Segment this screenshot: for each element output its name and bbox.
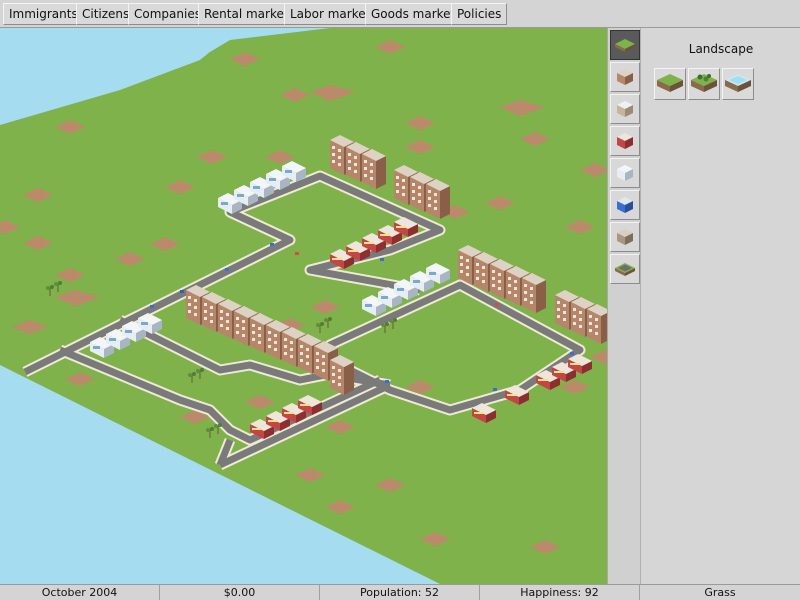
status-selected-tile: Grass: [704, 586, 736, 599]
status-bar: October 2004 $0.00 Population: 52 Happin…: [0, 584, 800, 600]
water-tile-button[interactable]: [722, 68, 754, 100]
warehouse-building-icon: [617, 229, 633, 245]
tool-column: [607, 28, 640, 584]
status-money: $0.00: [160, 585, 320, 600]
residential-tool-button[interactable]: [610, 62, 640, 92]
warehouse-tool-button[interactable]: [610, 222, 640, 252]
road-tool-button[interactable]: [610, 254, 640, 284]
status-happiness: Happiness: 92: [480, 585, 640, 600]
service-tool-button[interactable]: [610, 190, 640, 220]
commercial-tool-button[interactable]: [610, 158, 640, 188]
menu-labor-market[interactable]: Labor market: [284, 3, 377, 25]
office-building-icon: [617, 101, 633, 117]
menu-immigrants[interactable]: Immigrants: [3, 3, 84, 25]
service-building-icon: [617, 197, 633, 213]
trees-tile-icon: [691, 74, 717, 92]
landscape-tool-button[interactable]: [610, 30, 640, 60]
grass-tile-icon: [657, 74, 683, 92]
menu-goods-market[interactable]: Goods market: [365, 3, 462, 25]
top-menu-bar: Immigrants Citizens Companies Rental mar…: [0, 0, 800, 28]
menu-policies[interactable]: Policies: [451, 3, 508, 25]
city-map[interactable]: [0, 28, 640, 584]
map-canvas[interactable]: [0, 28, 640, 584]
road-icon: [615, 263, 635, 276]
status-population: Population: 52: [320, 585, 480, 600]
shop-building-icon: [617, 133, 633, 149]
water-tile-icon: [725, 74, 751, 92]
commercial-building-icon: [617, 165, 633, 181]
office-tool-button[interactable]: [610, 94, 640, 124]
menu-citizens[interactable]: Citizens: [76, 3, 136, 25]
landscape-icon: [615, 39, 635, 52]
landscape-panel: Landscape: [640, 28, 800, 584]
shop-tool-button[interactable]: [610, 126, 640, 156]
menu-companies[interactable]: Companies: [128, 3, 207, 25]
menu-rental-market[interactable]: Rental market: [198, 3, 295, 25]
status-date: October 2004: [0, 585, 160, 600]
grass-tile-button[interactable]: [654, 68, 686, 100]
panel-title: Landscape: [688, 42, 754, 56]
trees-tile-button[interactable]: [688, 68, 720, 100]
residential-building-icon: [617, 69, 633, 85]
